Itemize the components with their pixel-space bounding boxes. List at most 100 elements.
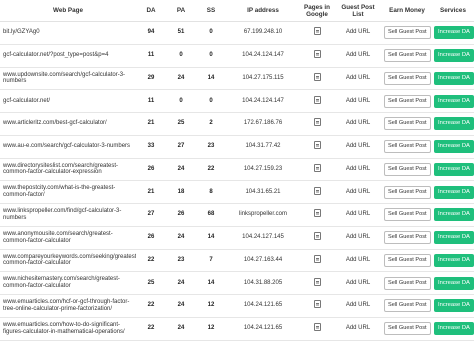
increase-da-button[interactable]: Increase DA [434,185,474,199]
services-cell: Increase DA [432,271,474,295]
increase-da-button[interactable]: Increase DA [434,49,474,63]
header-da[interactable]: DA [136,0,166,22]
increase-da-button[interactable]: Increase DA [434,26,474,40]
document-icon[interactable] [313,163,321,172]
document-icon[interactable] [313,186,321,195]
sell-guest-post-button[interactable]: Sell Guest Post [384,94,431,108]
web-page-cell[interactable]: gcf-calculator.net/ [0,89,136,113]
document-icon[interactable] [313,209,321,218]
header-ip[interactable]: IP address [226,0,300,22]
add-url-link[interactable]: Add URL [346,211,370,217]
add-url-link[interactable]: Add URL [346,234,370,240]
document-icon[interactable] [313,50,321,59]
sell-guest-post-button[interactable]: Sell Guest Post [384,117,431,131]
pa-cell: 24 [166,294,196,318]
services-cell: Increase DA [432,89,474,113]
increase-da-button[interactable]: Increase DA [434,94,474,108]
web-page-cell[interactable]: bit.ly/GZYAg0 [0,21,136,45]
web-page-cell[interactable]: www.compareyourkeywords.com/seeking/grea… [0,249,136,273]
add-url-link[interactable]: Add URL [346,325,370,331]
web-page-cell[interactable]: www.updownsite.com/search/gcf-calculator… [0,67,136,91]
increase-da-button[interactable]: Increase DA [434,208,474,222]
header-services[interactable]: Services [432,0,474,22]
increase-da-button[interactable]: Increase DA [434,71,474,85]
ss-cell: 0 [196,21,226,45]
web-page-cell[interactable]: www.emuarticles.com/hcf-or-gcf-through-f… [0,294,136,318]
web-page-cell[interactable]: www.anonymousite.com/search/greatest-com… [0,226,136,250]
add-url-link[interactable]: Add URL [346,75,370,81]
services-cell: Increase DA [432,21,474,45]
header-pages-in-google[interactable]: Pages in Google [300,0,334,22]
header-earn-money[interactable]: Earn Money [382,0,432,22]
add-url-link[interactable]: Add URL [346,98,370,104]
web-page-cell[interactable]: www.articleritz.com/best-gcf-calculator/ [0,112,136,136]
add-url-link[interactable]: Add URL [346,120,370,126]
services-cell: Increase DA [432,249,474,273]
web-page-cell[interactable]: www.au-e.com/search/gcf-calculator-3-num… [0,135,136,159]
document-icon[interactable] [313,300,321,309]
add-url-link[interactable]: Add URL [346,302,370,308]
increase-da-button[interactable]: Increase DA [434,322,474,336]
document-icon[interactable] [313,72,321,81]
increase-da-button[interactable]: Increase DA [434,299,474,313]
document-icon[interactable] [313,27,321,36]
pa-cell: 24 [166,271,196,295]
sell-guest-post-button[interactable]: Sell Guest Post [384,140,431,154]
document-icon[interactable] [313,95,321,104]
guest-post-cell: Add URL [334,180,382,204]
web-page-cell[interactable]: www.linkspropeller.com/find/gcf-calculat… [0,203,136,227]
add-url-link[interactable]: Add URL [346,166,370,172]
increase-da-button[interactable]: Increase DA [434,276,474,290]
services-cell: Increase DA [432,226,474,250]
sell-guest-post-button[interactable]: Sell Guest Post [384,26,431,40]
pages-in-google-cell [300,180,334,204]
web-page-cell[interactable]: www.nichesitemastery.com/search/greatest… [0,271,136,295]
document-icon[interactable] [313,277,321,286]
web-page-cell[interactable]: www.thepostcity.com/what-is-the-greatest… [0,180,136,204]
document-icon[interactable] [313,323,321,332]
increase-da-button[interactable]: Increase DA [434,231,474,245]
document-icon[interactable] [313,254,321,263]
earn-money-cell: Sell Guest Post [382,158,432,182]
sell-guest-post-button[interactable]: Sell Guest Post [384,71,431,85]
table-row: www.emuarticles.com/how-to-do-significan… [0,317,474,341]
document-icon[interactable] [313,118,321,127]
header-pa[interactable]: PA [166,0,196,22]
add-url-link[interactable]: Add URL [346,280,370,286]
increase-da-button[interactable]: Increase DA [434,162,474,176]
add-url-link[interactable]: Add URL [346,29,370,35]
services-cell: Increase DA [432,180,474,204]
sell-guest-post-button[interactable]: Sell Guest Post [384,299,431,313]
web-page-cell[interactable]: www.emuarticles.com/how-to-do-significan… [0,317,136,341]
sell-guest-post-button[interactable]: Sell Guest Post [384,322,431,336]
add-url-link[interactable]: Add URL [346,257,370,263]
sell-guest-post-button[interactable]: Sell Guest Post [384,253,431,267]
header-ss[interactable]: SS [196,0,226,22]
pa-cell: 27 [166,135,196,159]
web-page-cell[interactable]: gcf-calculator.net/?post_type=post&p=4 [0,44,136,68]
header-web-page[interactable]: Web Page [0,0,136,22]
pa-cell: 0 [166,44,196,68]
sell-guest-post-button[interactable]: Sell Guest Post [384,185,431,199]
services-cell: Increase DA [432,67,474,91]
header-guest-post-list[interactable]: Guest Post List [334,0,382,22]
increase-da-button[interactable]: Increase DA [434,253,474,267]
increase-da-button[interactable]: Increase DA [434,117,474,131]
sell-guest-post-button[interactable]: Sell Guest Post [384,208,431,222]
increase-da-button[interactable]: Increase DA [434,140,474,154]
add-url-link[interactable]: Add URL [346,52,370,58]
add-url-link[interactable]: Add URL [346,143,370,149]
web-page-cell[interactable]: www.directorysiteslist.com/search/greate… [0,158,136,182]
sell-guest-post-button[interactable]: Sell Guest Post [384,231,431,245]
sell-guest-post-button[interactable]: Sell Guest Post [384,49,431,63]
guest-post-cell: Add URL [334,89,382,113]
services-cell: Increase DA [432,158,474,182]
document-icon[interactable] [313,141,321,150]
earn-money-cell: Sell Guest Post [382,135,432,159]
document-icon[interactable] [313,232,321,241]
sell-guest-post-button[interactable]: Sell Guest Post [384,162,431,176]
sell-guest-post-button[interactable]: Sell Guest Post [384,276,431,290]
earn-money-cell: Sell Guest Post [382,249,432,273]
da-cell: 21 [136,112,166,136]
add-url-link[interactable]: Add URL [346,189,370,195]
